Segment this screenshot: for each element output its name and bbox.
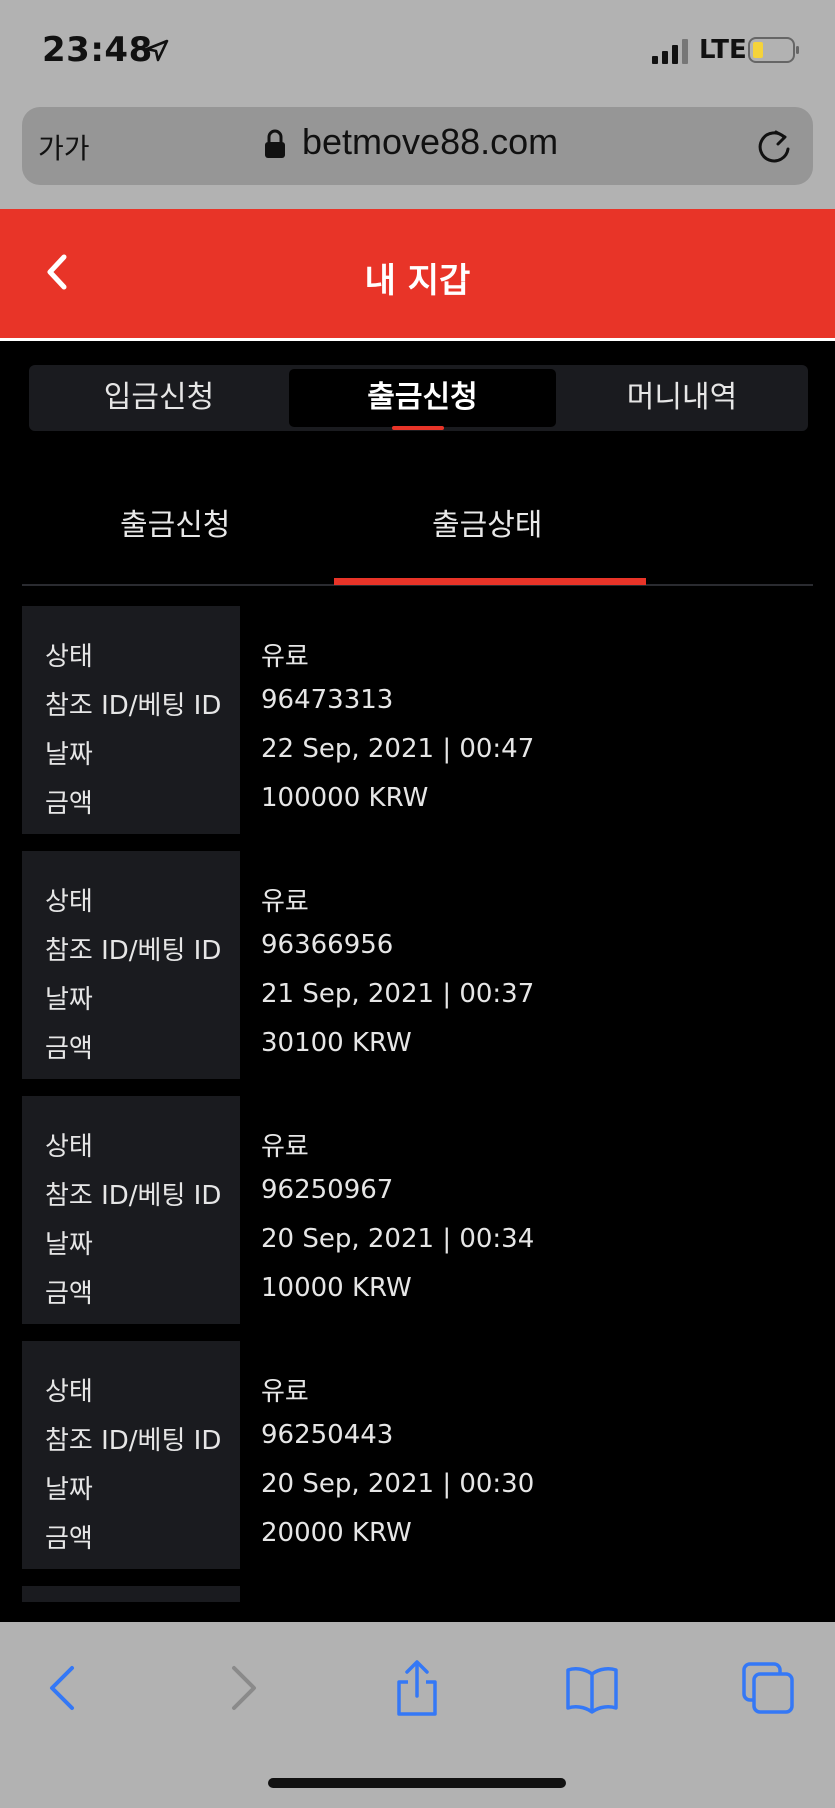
date-label: 날짜	[45, 1475, 93, 1505]
date-label: 날짜	[45, 1230, 93, 1260]
ref-id-label: 참조 ID/베팅 ID	[45, 691, 222, 721]
subtab-active-indicator	[334, 578, 646, 585]
amount-value: 100000 KRW	[261, 783, 429, 813]
ref-id-value: 96250967	[261, 1175, 394, 1205]
date-value: 22 Sep, 2021 | 00:47	[261, 734, 535, 764]
withdraw-record: 상태 참조 ID/베팅 ID 날짜 금액 유료 96473313 22 Sep,…	[22, 606, 813, 834]
ref-id-value: 96473313	[261, 685, 394, 715]
reload-icon[interactable]	[754, 127, 794, 167]
tab-active-indicator	[392, 426, 444, 430]
wallet-tabs: 입금신청 출금신청 머니내역	[29, 365, 808, 431]
ref-id-label: 참조 ID/베팅 ID	[45, 1181, 222, 1211]
status-value: 유료	[261, 642, 309, 672]
amount-label: 금액	[45, 789, 93, 819]
text-size-button[interactable]: 가가	[38, 127, 90, 167]
share-icon[interactable]	[389, 1660, 445, 1716]
ref-id-value: 96366956	[261, 930, 394, 960]
tab-money-history[interactable]: 머니내역	[564, 369, 800, 427]
ref-id-value: 96250443	[261, 1420, 394, 1450]
status-value: 유료	[261, 887, 309, 917]
amount-label: 금액	[45, 1524, 93, 1554]
page-title: 내 지갑	[364, 261, 471, 301]
forward-icon[interactable]	[214, 1660, 270, 1716]
home-indicator	[268, 1778, 566, 1788]
withdraw-subtabs: 출금신청 출금상태	[22, 470, 813, 586]
ref-id-label: 참조 ID/베팅 ID	[45, 1426, 222, 1456]
ref-id-label: 참조 ID/베팅 ID	[45, 936, 222, 966]
amount-label: 금액	[45, 1034, 93, 1064]
subtab-withdraw-request[interactable]: 출금신청	[120, 500, 230, 544]
withdraw-record: 상태 참조 ID/베팅 ID 날짜 금액 유료 96250967 20 Sep,…	[22, 1096, 813, 1324]
date-label: 날짜	[45, 985, 93, 1015]
network-type: LTE	[699, 35, 747, 65]
withdraw-record: 상태 참조 ID/베팅 ID 날짜 금액 유료 96366956 21 Sep,…	[22, 851, 813, 1079]
page-header: 내 지갑	[0, 209, 835, 341]
status-value: 유료	[261, 1377, 309, 1407]
status-bar: 23:48 LTE	[0, 0, 835, 105]
address-bar[interactable]: 가가 betmove88.com	[22, 107, 813, 185]
date-label: 날짜	[45, 740, 93, 770]
status-label: 상태	[45, 1377, 93, 1407]
status-label: 상태	[45, 887, 93, 917]
tabs-icon[interactable]	[740, 1660, 796, 1716]
lock-icon	[265, 129, 285, 158]
status-label: 상태	[45, 642, 93, 672]
record-partial	[22, 1586, 240, 1602]
bookmarks-icon[interactable]	[564, 1660, 620, 1716]
back-icon[interactable]	[36, 1660, 92, 1716]
amount-value: 10000 KRW	[261, 1273, 412, 1303]
subtab-withdraw-status[interactable]: 출금상태	[432, 500, 542, 544]
status-value: 유료	[261, 1132, 309, 1162]
status-label: 상태	[45, 1132, 93, 1162]
status-time: 23:48	[42, 30, 153, 70]
url-text[interactable]: betmove88.com	[302, 121, 558, 163]
location-arrow-icon	[145, 39, 169, 62]
browser-toolbar: 가가 betmove88.com	[0, 105, 835, 209]
tab-deposit[interactable]: 입금신청	[37, 369, 281, 427]
signal-icon	[652, 39, 688, 64]
battery-icon	[748, 37, 799, 63]
safari-bottom-toolbar	[0, 1622, 835, 1808]
amount-value: 20000 KRW	[261, 1518, 412, 1548]
tab-withdraw[interactable]: 출금신청	[289, 369, 556, 430]
date-value: 20 Sep, 2021 | 00:30	[261, 1469, 535, 1499]
tab-withdraw-label: 출금신청	[367, 380, 478, 415]
date-value: 20 Sep, 2021 | 00:34	[261, 1224, 535, 1254]
withdraw-record: 상태 참조 ID/베팅 ID 날짜 금액 유료 96250443 20 Sep,…	[22, 1341, 813, 1569]
amount-value: 30100 KRW	[261, 1028, 412, 1058]
date-value: 21 Sep, 2021 | 00:37	[261, 979, 535, 1009]
amount-label: 금액	[45, 1279, 93, 1309]
